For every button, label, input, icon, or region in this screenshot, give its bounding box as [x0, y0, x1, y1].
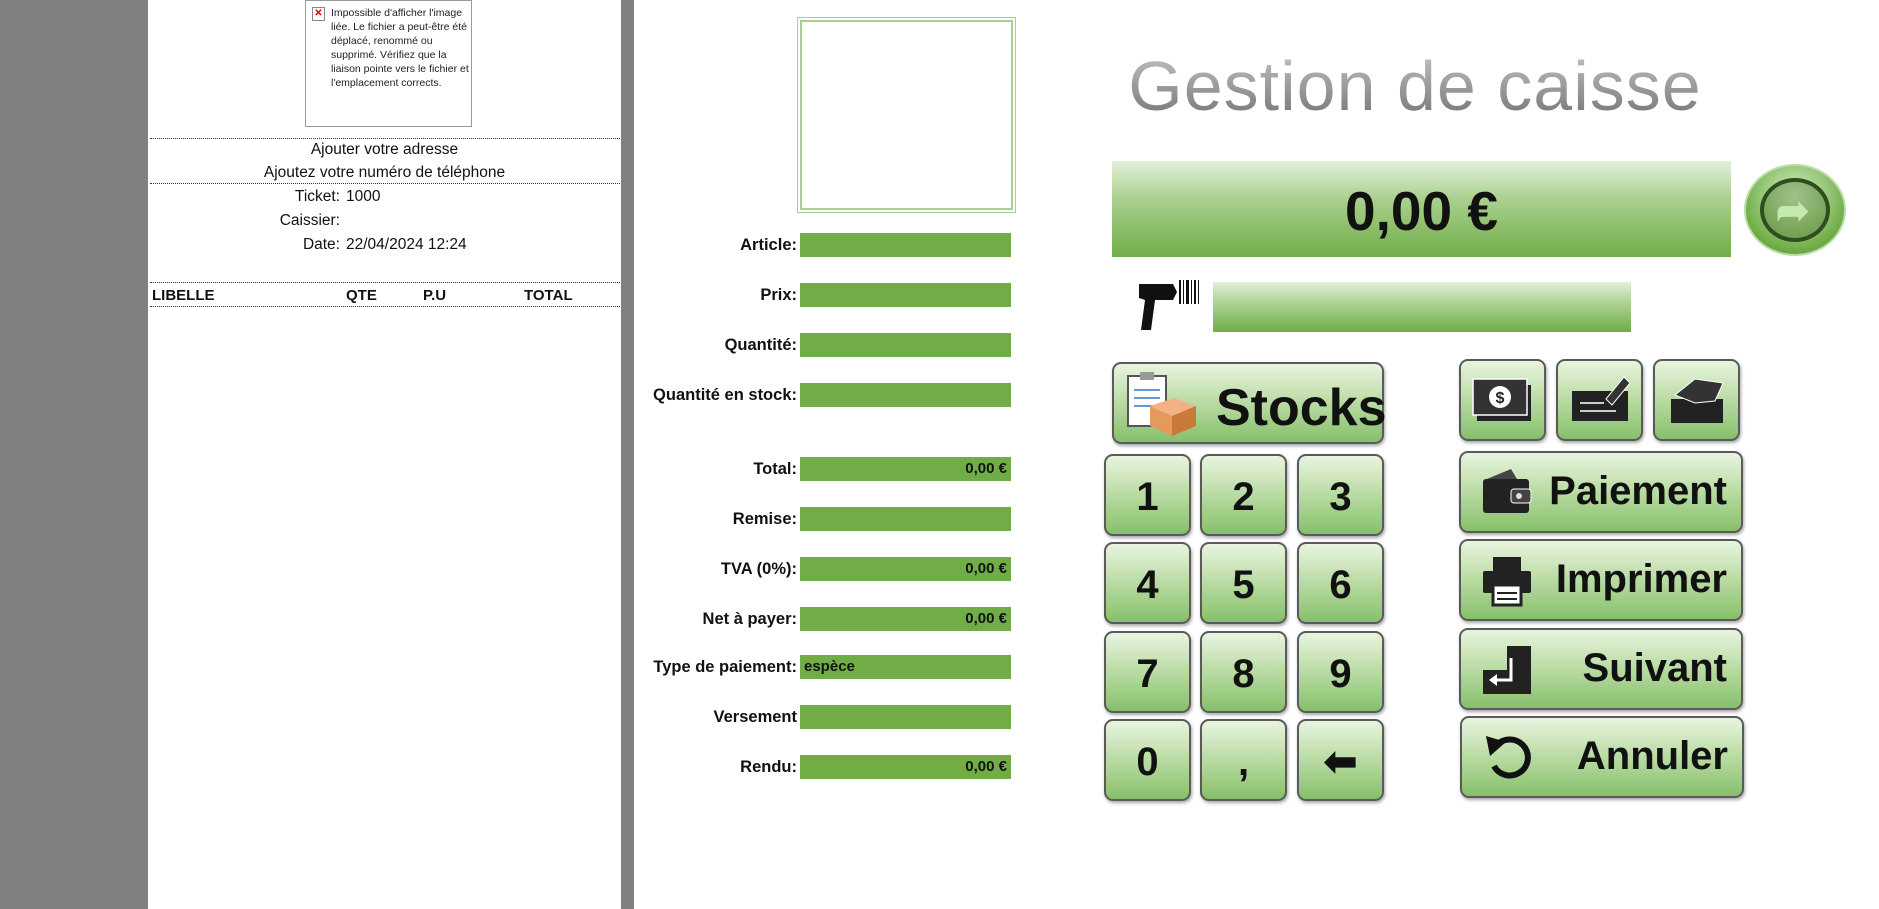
broken-logo-image: ✕ Impossible d'afficher l'image liée. Le…	[305, 0, 472, 127]
net-to-pay-label: Net à payer:	[702, 610, 797, 628]
column-header-pu: P.U	[423, 287, 447, 304]
left-arrow-icon: ⬅	[1323, 740, 1358, 784]
broken-image-message: Impossible d'afficher l'image liée. Le f…	[331, 7, 469, 89]
key-7[interactable]: 7	[1104, 631, 1191, 713]
stock-quantity-label: Quantité en stock:	[653, 386, 797, 404]
date-value: 22/04/2024 12:24	[346, 236, 467, 253]
change-field: 0,00 €	[800, 755, 1011, 779]
key-8[interactable]: 8	[1200, 631, 1287, 713]
receipt-divider	[150, 282, 620, 283]
quantity-label: Quantité:	[724, 336, 797, 354]
receipt-address: Ajouter votre adresse	[310, 141, 459, 158]
cashier-label: Caissier:	[279, 212, 340, 229]
payment-label: Paiement	[1549, 469, 1727, 513]
print-button[interactable]: Imprimer	[1459, 539, 1743, 621]
next-button[interactable]: Suivant	[1459, 628, 1743, 710]
card-hand-icon	[1671, 378, 1724, 423]
column-header-total: TOTAL	[524, 287, 573, 304]
key-6[interactable]: 6	[1297, 542, 1384, 624]
cash-icon: $	[1472, 378, 1531, 421]
receipt-phone: Ajoutez votre numéro de téléphone	[263, 164, 506, 181]
cancel-label: Annuler	[1576, 734, 1728, 778]
payment-type-field[interactable]: espèce	[800, 655, 1011, 679]
ticket-value: 1000	[346, 188, 381, 205]
check-pen-icon	[1572, 376, 1631, 421]
discount-field[interactable]	[800, 507, 1011, 531]
key-backspace[interactable]: ⬅	[1297, 719, 1384, 801]
enter-key-icon	[1481, 644, 1533, 696]
logo-placeholder	[797, 17, 1016, 213]
vat-label: TVA (0%):	[720, 560, 797, 578]
discount-label: Remise:	[732, 510, 797, 528]
receipt-divider	[150, 306, 620, 307]
return-arrow-icon: ➦	[1776, 189, 1810, 233]
date-label: Date:	[302, 236, 340, 253]
key-2[interactable]: 2	[1200, 454, 1287, 536]
left-margin	[0, 0, 148, 909]
check-payment-button[interactable]	[1556, 359, 1643, 441]
key-3[interactable]: 3	[1297, 454, 1384, 536]
quantity-field[interactable]	[800, 333, 1011, 357]
clipboard-box-icon	[1124, 372, 1196, 436]
key-9[interactable]: 9	[1297, 631, 1384, 713]
key-4[interactable]: 4	[1104, 542, 1191, 624]
vat-field: 0,00 €	[800, 557, 1011, 581]
ticket-label: Ticket:	[294, 188, 340, 205]
wallet-icon	[1481, 467, 1533, 519]
column-header-libelle: LIBELLE	[152, 287, 215, 304]
article-field[interactable]	[800, 233, 1011, 257]
cancel-button[interactable]: Annuler	[1460, 716, 1744, 798]
stock-quantity-field	[800, 383, 1011, 407]
payment-type-label: Type de paiement:	[653, 658, 797, 676]
print-label: Imprimer	[1555, 557, 1727, 601]
price-label: Prix:	[760, 286, 797, 304]
key-5[interactable]: 5	[1200, 542, 1287, 624]
divider-bar	[621, 0, 634, 909]
total-display: 0,00 €	[1112, 161, 1731, 257]
key-comma[interactable]: ,	[1200, 719, 1287, 801]
stocks-button[interactable]: Stocks	[1112, 362, 1387, 444]
back-button[interactable]: ➦	[1744, 164, 1846, 256]
broken-image-icon: ✕	[312, 7, 325, 21]
total-field: 0,00 €	[800, 457, 1011, 481]
undo-icon	[1482, 732, 1534, 784]
key-1[interactable]: 1	[1104, 454, 1191, 536]
receipt-panel	[148, 0, 621, 909]
receipt-divider	[150, 183, 620, 184]
deposit-label: Versement	[713, 708, 797, 726]
card-payment-button[interactable]	[1653, 359, 1740, 441]
deposit-field[interactable]	[800, 705, 1011, 729]
barcode-input[interactable]	[1213, 282, 1631, 332]
key-0[interactable]: 0	[1104, 719, 1191, 801]
change-label: Rendu:	[740, 758, 797, 776]
price-field[interactable]	[800, 283, 1011, 307]
next-label: Suivant	[1582, 646, 1727, 690]
article-label: Article:	[740, 236, 797, 254]
svg-text:$: $	[1496, 390, 1505, 407]
payment-button[interactable]: Paiement	[1459, 451, 1743, 533]
barcode-scanner-icon	[1133, 278, 1203, 336]
net-to-pay-field: 0,00 €	[800, 607, 1011, 631]
cash-payment-button[interactable]: $	[1459, 359, 1546, 441]
printer-icon	[1481, 555, 1533, 607]
page-title: Gestion de caisse	[1100, 46, 1730, 126]
stocks-label: Stocks	[1216, 379, 1387, 437]
receipt-divider	[150, 138, 620, 139]
column-header-qte: QTE	[346, 287, 377, 304]
total-label: Total:	[753, 460, 797, 478]
